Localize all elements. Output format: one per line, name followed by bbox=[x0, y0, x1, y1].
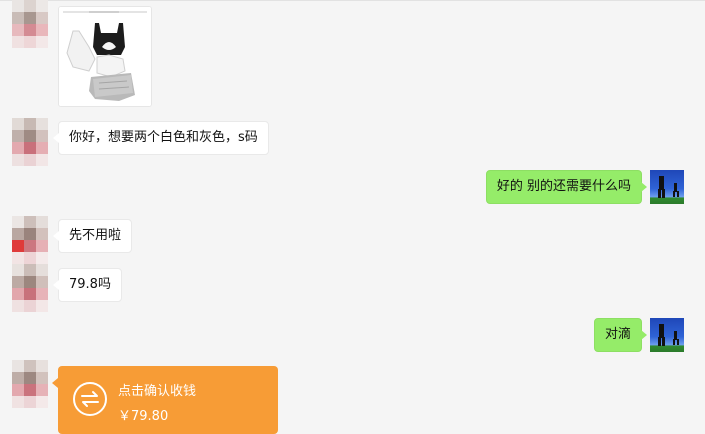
message-text: 先不用啦 bbox=[69, 228, 122, 243]
contact-avatar[interactable] bbox=[12, 0, 48, 48]
product-photo-message[interactable] bbox=[58, 6, 152, 107]
contact-avatar[interactable] bbox=[12, 360, 48, 408]
money-transfer-card[interactable]: 点击确认收钱 ￥79.80 bbox=[52, 366, 278, 434]
contact-avatar[interactable] bbox=[12, 118, 48, 166]
message-text: 对滴 bbox=[604, 327, 631, 342]
my-avatar[interactable] bbox=[650, 318, 684, 352]
contact-avatar[interactable] bbox=[12, 216, 48, 264]
contact-avatar[interactable] bbox=[12, 264, 48, 312]
product-photo bbox=[59, 7, 151, 106]
message-text: 你好，想要两个白色和灰色，s码 bbox=[69, 130, 258, 145]
transfer-title: 点击确认收钱 bbox=[118, 384, 197, 399]
top-divider bbox=[0, 0, 705, 1]
message-text: 好的 别的还需要什么吗 bbox=[496, 179, 631, 194]
transfer-arrows-icon bbox=[73, 382, 107, 416]
message-confirm[interactable]: 对滴 bbox=[593, 318, 648, 352]
message-text: 79.8吗 bbox=[69, 277, 111, 292]
message-reply-ok[interactable]: 好的 别的还需要什么吗 bbox=[485, 170, 648, 204]
message-price[interactable]: 79.8吗 bbox=[53, 268, 122, 302]
my-avatar[interactable] bbox=[650, 170, 684, 204]
message-no-more[interactable]: 先不用啦 bbox=[52, 219, 133, 253]
transfer-amount: ￥79.80 bbox=[118, 409, 169, 424]
message-greeting[interactable]: 你好，想要两个白色和灰色，s码 bbox=[53, 121, 269, 155]
